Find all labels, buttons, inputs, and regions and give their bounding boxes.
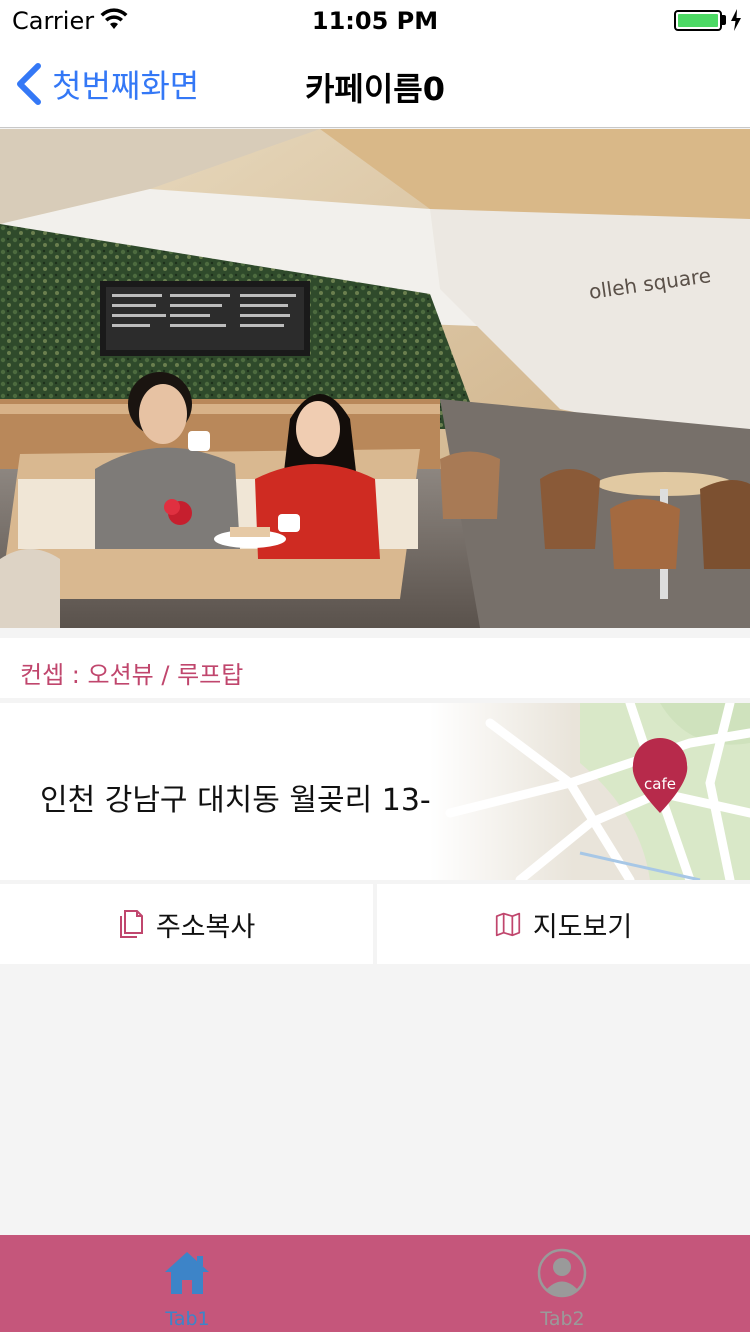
cafe-photo: olleh square [0, 129, 750, 628]
tab-bar: Tab1 Tab2 [0, 1235, 750, 1332]
map-pin-label: cafe [644, 775, 676, 793]
tab-2-label: Tab2 [540, 1308, 585, 1330]
concept-row: 컨셉 : 오션뷰 / 루프탑 [0, 638, 750, 698]
map-icon [495, 912, 520, 937]
copy-document-icon [119, 910, 143, 938]
battery-icon [674, 10, 722, 31]
navigation-bar: 첫번째화면 카페이름0 [0, 40, 750, 128]
cafe-photo-carousel[interactable]: olleh square [0, 129, 750, 628]
status-time: 11:05 PM [311, 7, 439, 35]
action-buttons: 주소복사 지도보기 [0, 884, 750, 964]
tab-2[interactable]: Tab2 [375, 1235, 750, 1332]
concept-text: 컨셉 : 오션뷰 / 루프탑 [20, 661, 244, 689]
home-icon [165, 1252, 209, 1294]
battery-fill [678, 14, 718, 27]
copy-address-button[interactable]: 주소복사 [0, 884, 373, 964]
view-map-label: 지도보기 [532, 911, 633, 943]
tab-1[interactable]: Tab1 [0, 1235, 375, 1332]
copy-address-label: 주소복사 [155, 911, 256, 943]
page-title: 카페이름0 [304, 70, 446, 108]
status-bar: Carrier 11:05 PM [0, 0, 750, 40]
tab-1-label: Tab1 [165, 1308, 210, 1330]
map-thumbnail[interactable]: cafe [430, 703, 750, 880]
user-icon [537, 1248, 587, 1298]
address-row: 인천 강남구 대치동 월곶리 13-2 cafe [0, 703, 750, 880]
address-text: 인천 강남구 대치동 월곶리 13-2 [40, 783, 450, 818]
battery-cap [722, 15, 726, 25]
view-map-button[interactable]: 지도보기 [377, 884, 750, 964]
charging-bolt-icon [731, 9, 741, 31]
